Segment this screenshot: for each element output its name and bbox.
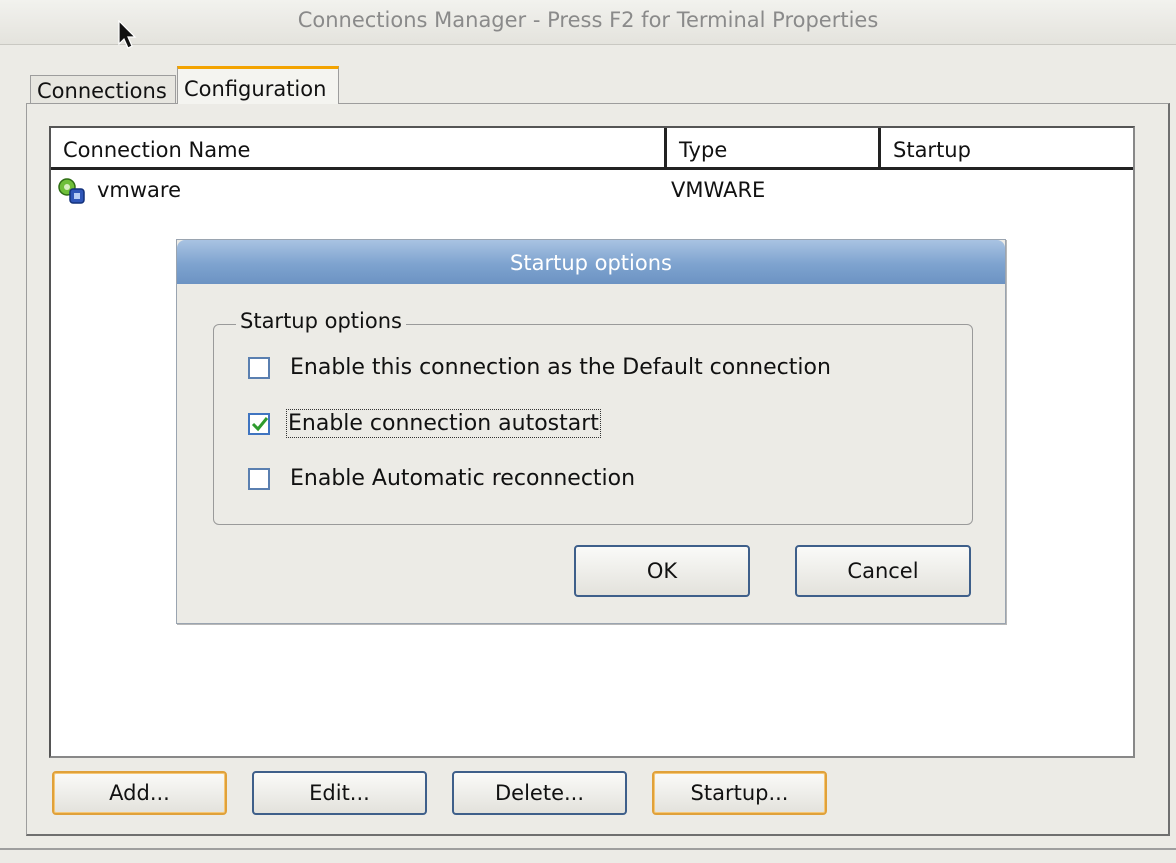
window-titlebar: Connections Manager - Press F2 for Termi… [0, 0, 1176, 45]
default-connection-label[interactable]: Enable this connection as the Default co… [290, 355, 831, 380]
default-connection-checkbox[interactable] [248, 357, 270, 379]
startup-options-group: Startup options Enable this connection a… [213, 309, 973, 525]
startup-button[interactable]: Startup... [652, 771, 827, 815]
startup-options-dialog: Startup options Startup options Enable t… [176, 239, 1006, 624]
list-header: Connection Name Type Startup [51, 128, 1133, 170]
connection-type-cell: VMWARE [671, 178, 766, 202]
table-row[interactable]: vmware VMWARE [51, 172, 1133, 212]
connection-name-cell: vmware [97, 178, 182, 202]
tab-configuration[interactable]: Configuration [177, 66, 339, 104]
delete-button[interactable]: Delete... [452, 771, 627, 815]
autostart-checkbox[interactable] [248, 413, 270, 435]
edit-button[interactable]: Edit... [252, 771, 427, 815]
window-bottom-border [0, 848, 1176, 850]
ok-button[interactable]: OK [574, 545, 750, 597]
automatic-reconnection-checkbox[interactable] [248, 468, 270, 490]
checkmark-icon [251, 417, 269, 432]
automatic-reconnection-label[interactable]: Enable Automatic reconnection [290, 466, 635, 491]
mouse-cursor-icon [118, 19, 140, 54]
autostart-label[interactable]: Enable connection autostart [286, 409, 601, 438]
column-header-type[interactable]: Type [667, 128, 881, 167]
column-header-startup[interactable]: Startup [881, 128, 1133, 167]
group-label: Startup options [236, 309, 406, 333]
add-button[interactable]: Add... [52, 771, 227, 815]
dialog-title: Startup options [177, 240, 1005, 284]
tab-connections[interactable]: Connections [30, 75, 176, 105]
column-header-connection-name[interactable]: Connection Name [51, 128, 667, 167]
cancel-button[interactable]: Cancel [795, 545, 971, 597]
window-title: Connections Manager - Press F2 for Termi… [297, 8, 879, 32]
vmware-connection-icon [57, 176, 87, 211]
